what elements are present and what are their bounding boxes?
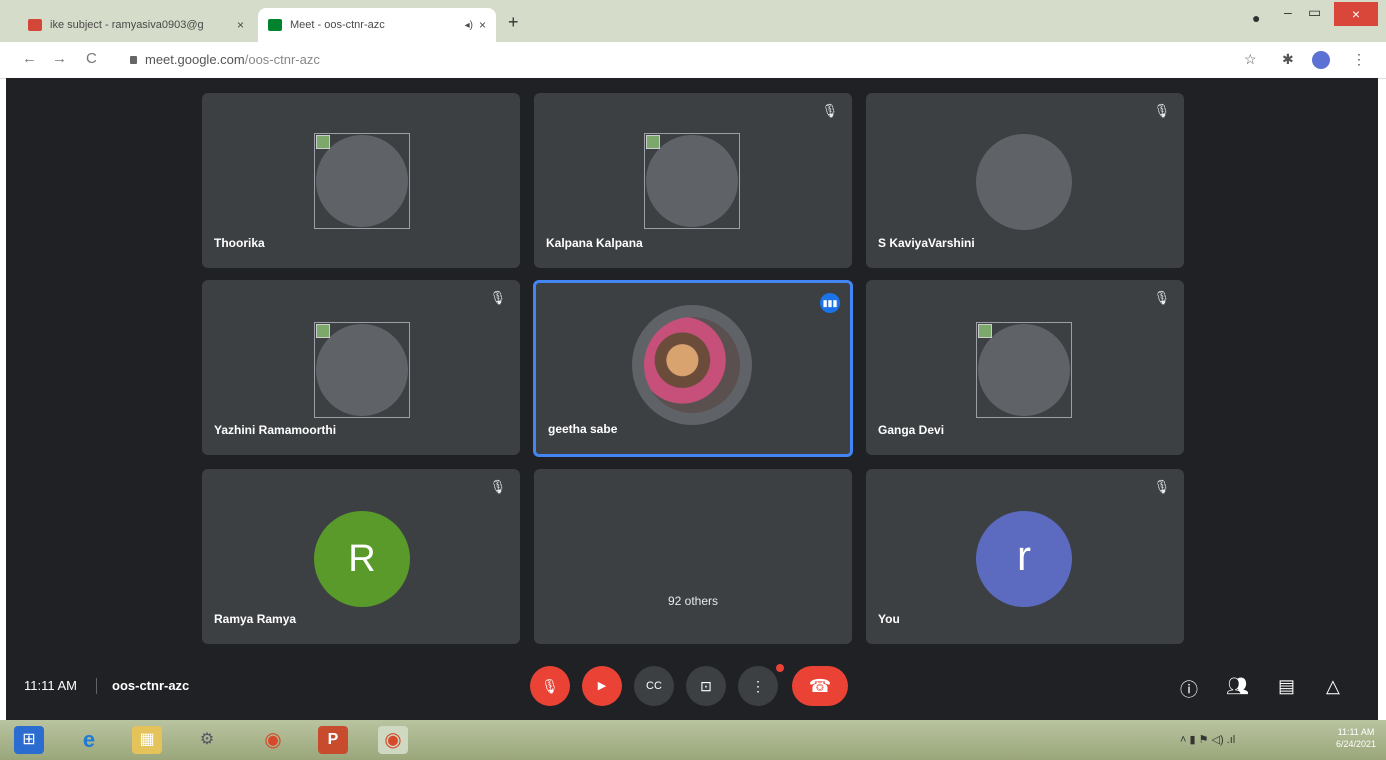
extensions-icon[interactable]: ✱ xyxy=(1282,51,1294,68)
self-tile[interactable]: 🎙︎ r You xyxy=(866,469,1184,644)
internet-explorer-icon[interactable]: e xyxy=(74,726,104,754)
broken-image-icon xyxy=(976,322,1072,418)
participant-name: Yazhini Ramamoorthi xyxy=(214,423,337,437)
url-path: /oos-ctnr-azc xyxy=(244,52,320,67)
record-icon[interactable]: ● xyxy=(1252,10,1260,26)
address-bar: ← → C meet.google.com/oos-ctnr-azc ☆ ✱ ⋮ xyxy=(0,42,1386,79)
mic-off-icon: 🎙︎ xyxy=(1153,103,1170,118)
lock-icon xyxy=(130,56,137,64)
mic-toggle-button[interactable]: 🎙︎ xyxy=(530,666,570,706)
participant-name: geetha sabe xyxy=(548,422,618,436)
participant-tile[interactable]: Thoorika xyxy=(202,93,520,268)
more-options-button[interactable]: ⋮ xyxy=(738,666,778,706)
avatar-initial: R xyxy=(314,511,410,607)
profile-photo xyxy=(644,317,740,413)
back-button[interactable]: ← xyxy=(22,50,37,67)
avatar xyxy=(632,305,752,425)
camera-toggle-button[interactable]: ▶︎ xyxy=(582,666,622,706)
taskbar-date: 6/24/2021 xyxy=(1335,739,1376,749)
audio-icon[interactable]: ◂) xyxy=(465,20,473,31)
others-tile[interactable]: 92 others xyxy=(534,469,852,644)
settings-app-icon[interactable]: ⚙ xyxy=(192,726,222,754)
menu-icon[interactable]: ⋮ xyxy=(1352,51,1366,68)
notification-dot xyxy=(776,664,784,672)
mic-off-icon: 🎙︎ xyxy=(1153,479,1170,494)
people-icon[interactable]: 👥︎ xyxy=(1226,676,1249,697)
tab-meet[interactable]: Meet - oos-ctnr-azc ◂) × xyxy=(258,8,496,42)
start-button-icon[interactable]: ⊞ xyxy=(14,726,44,754)
reload-button[interactable]: C xyxy=(86,50,97,67)
end-call-button[interactable]: ☎︎ xyxy=(792,666,848,706)
meeting-time: 11:11 AM xyxy=(24,678,77,693)
mic-off-icon: 🎙︎ xyxy=(1153,290,1170,305)
participant-name: Kalpana Kalpana xyxy=(546,236,643,250)
profile-avatar[interactable] xyxy=(1312,51,1330,69)
tab-gmail[interactable]: ike subject - ramyasiva0903@g × xyxy=(18,8,254,42)
powerpoint-icon[interactable]: P xyxy=(318,726,348,754)
avatar-initial: r xyxy=(976,511,1072,607)
participant-name: Ganga Devi xyxy=(878,423,945,437)
tab-title: Meet - oos-ctnr-azc xyxy=(290,19,385,31)
gmail-icon xyxy=(28,19,42,31)
broken-image-icon xyxy=(314,133,410,229)
info-icon[interactable]: ⓘ xyxy=(1180,676,1198,702)
participant-tile[interactable]: 🎙︎ S KaviyaVarshini xyxy=(866,93,1184,268)
url-field[interactable]: meet.google.com/oos-ctnr-azc xyxy=(130,52,320,67)
participant-name: Thoorika xyxy=(214,236,265,250)
taskbar-time: 11:11 AM xyxy=(1337,727,1375,737)
minimize-button[interactable]: – xyxy=(1284,4,1292,20)
forward-button[interactable]: → xyxy=(52,50,67,67)
participant-name: S KaviyaVarshini xyxy=(878,236,975,250)
meet-icon xyxy=(268,19,282,31)
participant-tile[interactable]: 🎙︎ Yazhini Ramamoorthi xyxy=(202,280,520,455)
participant-tile-speaking[interactable]: ▮▮▮ geetha sabe xyxy=(533,280,853,457)
close-window-button[interactable]: × xyxy=(1334,2,1378,26)
tab-close-icon[interactable]: × xyxy=(479,18,486,32)
participant-name: You xyxy=(878,612,900,626)
system-tray-icons[interactable]: ˄ ▮ ⚑ ◁) .ıl xyxy=(1180,733,1235,746)
avatar xyxy=(976,134,1072,230)
url-host: meet.google.com xyxy=(145,52,245,67)
meeting-code: oos-ctnr-azc xyxy=(112,678,190,693)
taskbar-clock[interactable]: 11:11 AM 6/24/2021 xyxy=(1336,726,1376,750)
mic-off-icon: 🎙︎ xyxy=(489,479,506,494)
speaking-indicator-icon: ▮▮▮ xyxy=(820,293,840,313)
chrome-active-icon[interactable]: ◉ xyxy=(378,726,408,754)
file-explorer-icon[interactable]: ▦ xyxy=(132,726,162,754)
broken-image-icon xyxy=(314,322,410,418)
participant-tile[interactable]: 🎙︎ R Ramya Ramya xyxy=(202,469,520,644)
broken-image-icon xyxy=(644,133,740,229)
present-button[interactable]: ⊡ xyxy=(686,666,726,706)
participant-tile[interactable]: 🎙︎ Kalpana Kalpana xyxy=(534,93,852,268)
star-icon[interactable]: ☆ xyxy=(1244,51,1257,68)
divider xyxy=(96,678,97,694)
participant-tile[interactable]: 🎙︎ Ganga Devi xyxy=(866,280,1184,455)
others-count: 92 others xyxy=(667,594,719,608)
mic-off-icon: 🎙︎ xyxy=(821,103,838,118)
new-tab-button[interactable]: + xyxy=(508,12,519,33)
activities-icon[interactable]: △ xyxy=(1326,676,1340,697)
restore-button[interactable]: ▭ xyxy=(1308,4,1321,21)
tab-close-icon[interactable]: × xyxy=(237,18,244,32)
mic-off-icon: 🎙︎ xyxy=(489,290,506,305)
captions-button[interactable]: CC xyxy=(634,666,674,706)
browser-tab-strip: ike subject - ramyasiva0903@g × Meet - o… xyxy=(0,0,1386,42)
os-taskbar: ⊞ e ▦ ⚙ ◉ P ◉ ˄ ▮ ⚑ ◁) .ıl 11:11 AM 6/24… xyxy=(0,720,1386,760)
participant-name: Ramya Ramya xyxy=(214,612,297,626)
chrome-icon[interactable]: ◉ xyxy=(258,726,288,754)
tab-title: ike subject - ramyasiva0903@g xyxy=(50,19,204,31)
chat-icon[interactable]: ▤ xyxy=(1278,676,1295,697)
meet-stage: Thoorika 🎙︎ Kalpana Kalpana 🎙︎ S KaviyaV… xyxy=(6,78,1378,720)
